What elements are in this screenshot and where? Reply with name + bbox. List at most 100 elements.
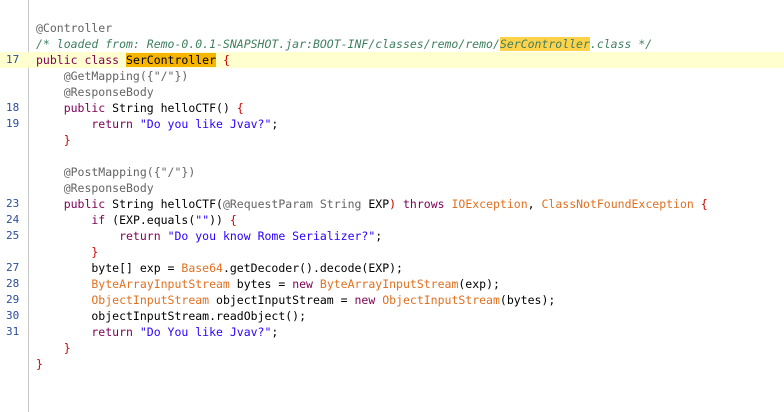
code-text: } [36,132,71,148]
code-line[interactable]: @ResponseBody [0,84,784,100]
line-number: 18 [6,101,20,114]
code-token: , [527,197,542,211]
code-line[interactable]: 25 return "Do you know Rome Serializer?"… [0,228,784,244]
code-token: SerController [126,53,217,67]
code-token: (EXP.equals( [112,213,196,227]
code-token: { [216,53,230,67]
code-token: EXP [368,197,390,211]
code-text: ObjectInputStream objectInputStream = ne… [36,292,555,308]
code-line[interactable]: 28 ByteArrayInputStream bytes = new Byte… [0,276,784,292]
code-token: @RequestParam String [222,197,369,211]
code-token: } [36,245,99,259]
code-token: objectInputStream = [216,293,355,307]
code-token: return [36,117,140,131]
code-token: return [36,229,168,243]
code-line[interactable]: } [0,356,784,372]
code-token: ; [375,229,383,243]
code-text: @GetMapping({"/"}) [36,68,189,84]
line-number: 28 [6,277,20,290]
code-token: byte[] exp = [36,261,182,275]
code-token: } [36,133,71,147]
code-token: @GetMapping({"/"}) [36,69,189,83]
line-number: 29 [6,293,20,306]
code-line[interactable]: /* loaded from: Remo-0.0.1-SNAPSHOT.jar:… [0,36,784,52]
code-token: ) [389,197,403,211]
code-line[interactable]: } [0,132,784,148]
code-text: public String helloCTF() { [36,100,244,116]
code-text: return "Do You like Jvav?"; [36,324,278,340]
line-number: 27 [6,261,20,274]
code-line[interactable]: 27 byte[] exp = Base64.getDecoder().deco… [0,260,784,276]
code-line[interactable]: 29 ObjectInputStream objectInputStream =… [0,292,784,308]
code-token: ; [271,325,279,339]
code-line[interactable]: 24 if (EXP.equals("")) { [0,212,784,228]
code-token: public [36,197,113,211]
code-text: ByteArrayInputStream bytes = new ByteArr… [36,276,500,292]
code-token: "Do you like Jvav?" [139,117,272,131]
line-number [0,180,30,196]
code-text: /* loaded from: Remo-0.0.1-SNAPSHOT.jar:… [36,36,652,52]
code-token: new [354,293,383,307]
code-line[interactable]: @Controller [0,20,784,36]
code-token: ByteArrayInputStream [319,277,459,291]
code-token: new [292,277,320,291]
code-token: } [36,357,43,371]
line-number [0,36,30,52]
code-token: )) [209,213,230,227]
code-text: objectInputStream.readObject(); [36,308,306,324]
code-line[interactable]: } [0,244,784,260]
line-number [0,340,30,356]
code-text: @PostMapping({"/"}) [36,164,196,180]
code-line[interactable] [0,148,784,164]
code-token: .getDecoder().decode(EXP); [222,261,403,275]
code-line[interactable]: @ResponseBody [0,180,784,196]
code-line[interactable]: 19 return "Do you like Jvav?"; [0,116,784,132]
code-token: (bytes); [499,293,556,307]
code-text: if (EXP.equals("")) { [36,212,236,228]
code-token: "Do You like Jvav?" [139,325,272,339]
code-token: String helloCTF() [112,101,237,115]
code-token: ObjectInputStream [382,293,500,307]
code-line[interactable]: 31 return "Do You like Jvav?"; [0,324,784,340]
code-token: ByteArrayInputStream [36,277,237,291]
code-token: if [36,213,113,227]
code-token: public class [36,53,127,67]
line-number: 17 [6,53,20,66]
code-text: } [36,244,98,260]
code-line[interactable]: } [0,340,784,356]
code-token: @PostMapping({"/"}) [36,165,196,179]
code-editor[interactable]: @Controller /* loaded from: Remo-0.0.1-SN… [0,0,784,412]
code-text: public String helloCTF(@RequestParam Str… [36,196,708,212]
code-token: @ResponseBody [36,85,154,99]
code-token: ClassNotFoundException [541,197,701,211]
line-number: 23 [6,197,20,210]
code-text: } [36,356,43,372]
line-number [0,148,30,164]
code-text: } [36,340,71,356]
code-token: Base64 [181,261,223,275]
line-number [0,356,30,372]
line-number: 24 [6,213,20,226]
code-token: objectInputStream.readObject(); [36,309,307,323]
code-token: @Controller [36,21,113,35]
code-text: byte[] exp = Base64.getDecoder().decode(… [36,260,403,276]
code-text: return "Do you know Rome Serializer?"; [36,228,382,244]
code-line[interactable]: @PostMapping({"/"}) [0,164,784,180]
line-number: 25 [6,229,20,242]
code-line[interactable]: 30 objectInputStream.readObject(); [0,308,784,324]
code-line[interactable]: 23 public String helloCTF(@RequestParam … [0,196,784,212]
code-token: (exp); [458,277,500,291]
line-number [0,68,30,84]
code-line[interactable]: 17 public class SerController { [0,52,784,68]
code-line[interactable]: 18 public String helloCTF() { [0,100,784,116]
line-number: 31 [6,325,20,338]
line-number: 19 [6,117,20,130]
code-token: ; [271,117,279,131]
code-token: { [236,101,244,115]
line-number [0,20,30,36]
code-line[interactable]: @GetMapping({"/"}) [0,68,784,84]
code-token: @ResponseBody [36,181,154,195]
code-text: return "Do you like Jvav?"; [36,116,278,132]
code-token: "" [195,213,210,227]
code-token: return [36,325,140,339]
